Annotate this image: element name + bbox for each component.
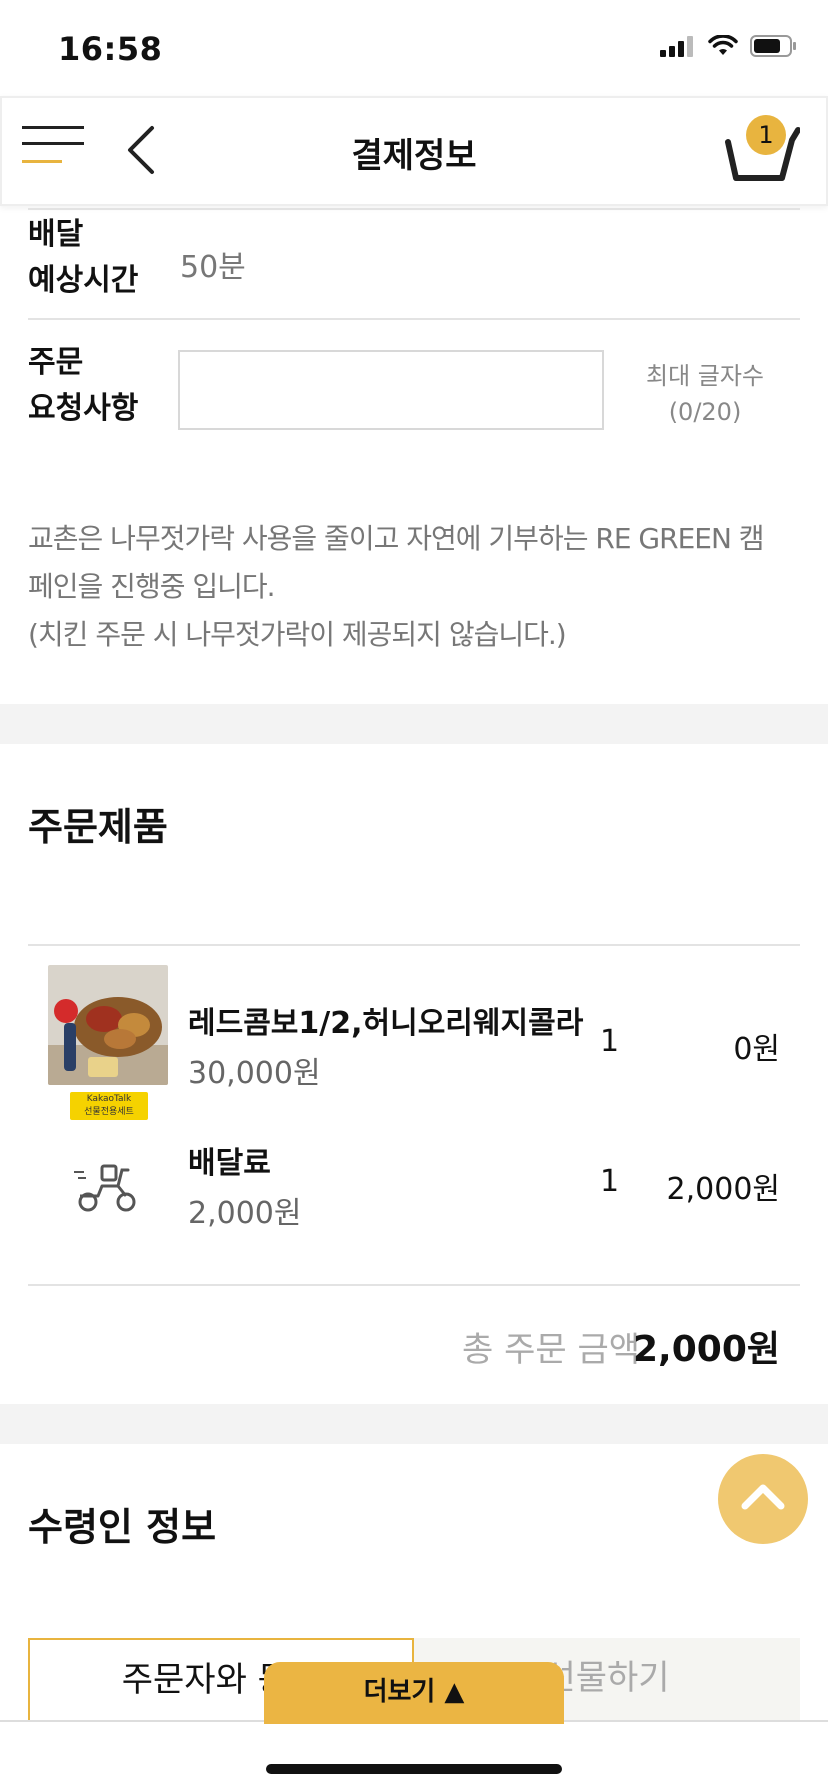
divider	[28, 1284, 800, 1286]
battery-icon	[750, 35, 796, 57]
item-quantity: 1	[600, 1164, 620, 1199]
scroll-top-button[interactable]	[718, 1454, 808, 1544]
item-quantity: 1	[600, 1024, 620, 1059]
item-total: 2,000원	[666, 1172, 780, 1207]
order-total-value: 2,000원	[633, 1329, 780, 1370]
item-name: 배달료	[188, 1146, 271, 1181]
section-gap	[0, 704, 828, 744]
char-limit-label: 최대 글자수	[645, 362, 765, 390]
char-limit-count: (0/20)	[668, 398, 742, 426]
divider	[28, 208, 800, 210]
page-title: 결제정보	[351, 136, 477, 176]
label-line: 배달	[28, 217, 84, 252]
notice-line: 교촌은 나무젓가락 사용을 줄이고 자연에 기부하는 RE GREEN 캠	[28, 522, 765, 555]
kakao-tag-subtitle: 선물전용세트	[84, 1107, 134, 1117]
item-price: 30,000원	[188, 1056, 321, 1091]
bottom-bar	[0, 1720, 828, 1792]
label-line: 예상시간	[28, 263, 139, 298]
status-time: 16:58	[58, 30, 163, 68]
delivery-eta-label: 배달 예상시간	[28, 212, 800, 304]
home-indicator	[266, 1764, 562, 1774]
order-request-input[interactable]	[178, 350, 604, 430]
char-limit-note: 최대 글자수 (0/20)	[630, 358, 780, 430]
signal-icon	[660, 36, 693, 57]
status-icons	[660, 34, 798, 58]
section-gap	[0, 1404, 828, 1444]
scooter-icon	[74, 1164, 136, 1212]
status-bar: 16:58	[0, 0, 828, 96]
order-products-title: 주문제품	[28, 805, 168, 849]
divider	[28, 944, 800, 946]
order-total-label: 총 주문 금액	[461, 1330, 640, 1370]
kakao-gift-tag: KakaoTalk 선물전용세트	[70, 1092, 148, 1120]
cart-count-badge: 1	[746, 115, 786, 155]
notice-line: 페인을 진행중 입니다.	[28, 570, 276, 603]
delivery-eta-value: 50분	[180, 250, 246, 285]
recipient-title: 수령인 정보	[28, 1505, 217, 1549]
item-price: 2,000원	[188, 1196, 302, 1231]
product-image	[48, 965, 168, 1085]
item-total: 0원	[733, 1032, 780, 1067]
chevron-up-icon	[741, 1484, 785, 1510]
app-header: 결제정보 1	[0, 96, 828, 206]
notice-line: (치킨 주문 시 나무젓가락이 제공되지 않습니다.)	[28, 618, 567, 651]
kakao-tag-title: KakaoTalk	[86, 1094, 132, 1104]
re-green-notice: 교촌은 나무젓가락 사용을 줄이고 자연에 기부하는 RE GREEN 캠 페인…	[28, 515, 808, 659]
more-button[interactable]: 더보기 ▲	[264, 1662, 564, 1724]
item-name: 레드콤보1/2,허니오리웨지콜라	[188, 1006, 584, 1041]
wifi-icon	[708, 35, 738, 55]
divider	[28, 318, 800, 320]
